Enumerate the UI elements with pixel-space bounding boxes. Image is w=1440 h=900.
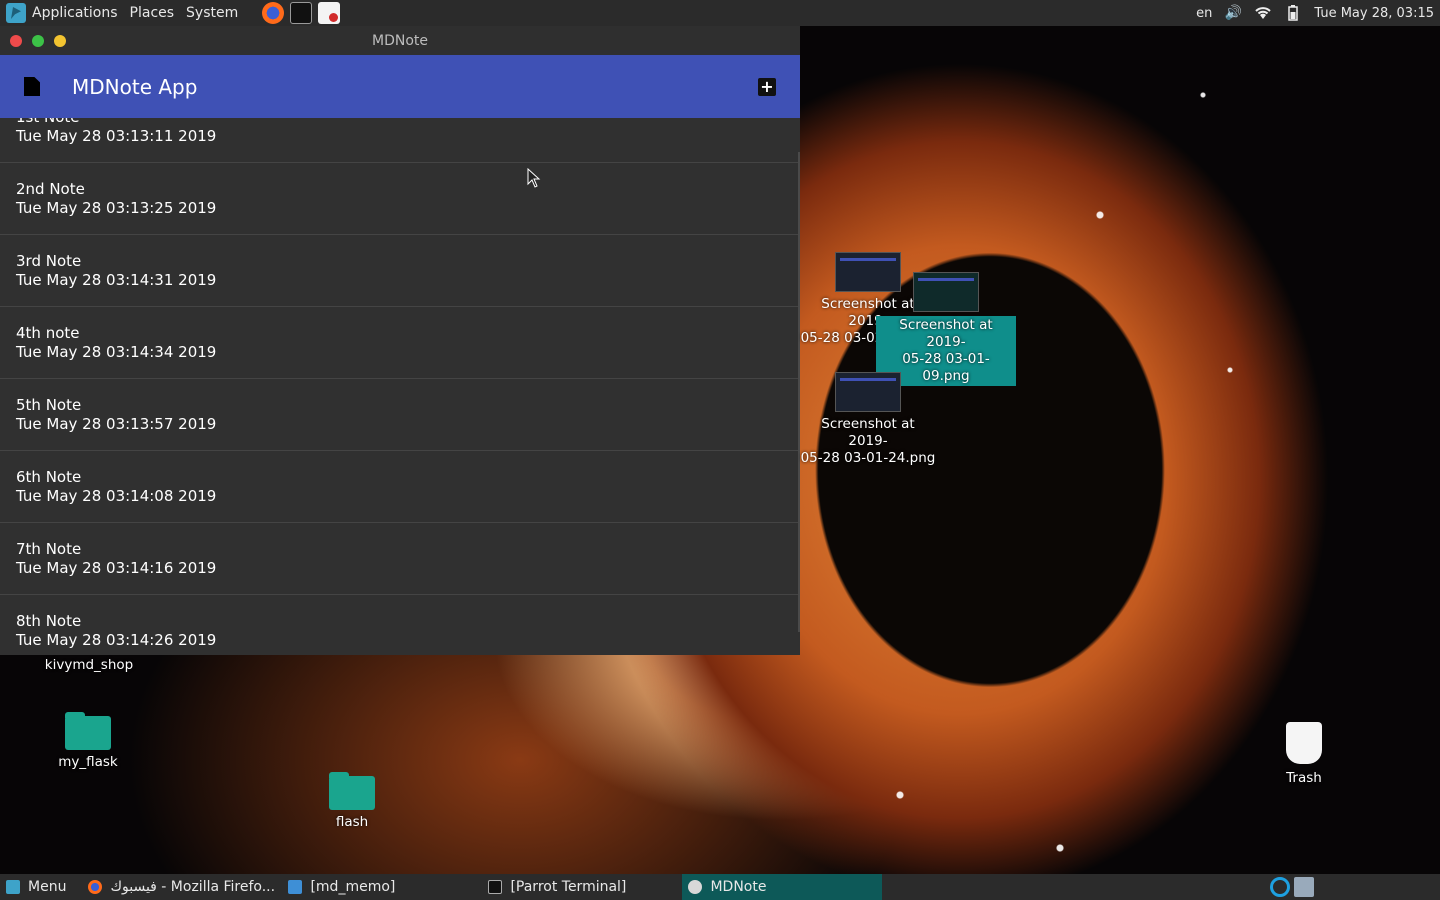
- document-icon[interactable]: [24, 77, 40, 96]
- bottom-panel: Menu فيسبوك - Mozilla Firefo... [md_memo…: [0, 874, 1440, 900]
- folder-icon: [65, 712, 111, 750]
- note-title: 3rd Note: [16, 251, 82, 270]
- note-title: 2nd Note: [16, 179, 85, 198]
- clock[interactable]: Tue May 28, 03:15: [1314, 6, 1434, 21]
- folder-icon: [288, 880, 303, 894]
- trash-icon: [1286, 722, 1322, 764]
- firefox-launcher-icon[interactable]: [262, 2, 285, 24]
- taskbar-item-label: فيسبوك - Mozilla Firefo...: [110, 879, 276, 895]
- desktop-icon-flash[interactable]: flash: [304, 772, 400, 831]
- note-item[interactable]: 1st Note Tue May 28 03:13:11 2019: [0, 118, 800, 163]
- image-thumbnail-icon: [913, 272, 979, 312]
- note-item[interactable]: 3rd Note Tue May 28 03:14:31 2019: [0, 235, 800, 307]
- note-title: 1st Note: [16, 118, 784, 127]
- app-toolbar: MDNote App +: [0, 55, 800, 118]
- desktop-icon-label: Trash: [1286, 770, 1322, 786]
- battery-icon[interactable]: [1284, 5, 1302, 21]
- note-title: 5th Note: [16, 395, 82, 414]
- notes-list[interactable]: 1st Note Tue May 28 03:13:11 2019 2nd No…: [0, 118, 800, 655]
- desktop-icon-screenshot-3[interactable]: Screenshot at 2019- 05-28 03-01-24.png: [800, 372, 936, 467]
- terminal-icon: [488, 880, 503, 894]
- note-date: Tue May 28 03:14:16 2019: [16, 558, 217, 577]
- applications-menu[interactable]: Applications: [0, 0, 124, 26]
- kivy-icon: [688, 880, 703, 894]
- desktop-icon-label: Screenshot at 2019-: [899, 317, 993, 350]
- update-indicator-icon[interactable]: [1270, 877, 1290, 897]
- app-title: MDNote App: [72, 74, 198, 99]
- note-item[interactable]: 6th Note Tue May 28 03:14:08 2019: [0, 451, 800, 523]
- note-item[interactable]: 2nd Note Tue May 28 03:13:25 2019: [0, 163, 800, 235]
- note-date: Tue May 28 03:14:31 2019: [16, 270, 217, 289]
- main-menu-button[interactable]: Menu: [0, 874, 72, 900]
- note-date: Tue May 28 03:13:11 2019: [16, 126, 217, 145]
- desktop-icon-label: kivymd_shop: [44, 657, 134, 673]
- note-title: 6th Note: [16, 467, 82, 486]
- desktop-icon-trash[interactable]: Trash: [1264, 722, 1344, 787]
- taskbar-item-label: [Parrot Terminal]: [510, 879, 627, 895]
- taskbar-item-terminal[interactable]: [Parrot Terminal]: [482, 874, 682, 900]
- wifi-icon[interactable]: [1254, 5, 1272, 21]
- desktop-icon-label: 05-28 03-01-24.png: [800, 450, 936, 466]
- folder-icon: [329, 772, 375, 810]
- note-item[interactable]: 8th Note Tue May 28 03:14:26 2019: [0, 595, 800, 655]
- note-title: 4th note: [16, 323, 80, 342]
- parrot-logo-icon: [6, 880, 20, 894]
- desktop-icon-screenshot-2[interactable]: Screenshot at 2019- 05-28 03-01-09.png: [876, 272, 1016, 386]
- window-titlebar[interactable]: MDNote: [0, 26, 800, 55]
- desktop-icon-label: flash: [335, 814, 369, 830]
- firefox-icon: [88, 880, 103, 894]
- text-editor-launcher-icon[interactable]: [318, 2, 341, 24]
- places-menu[interactable]: Places: [124, 0, 181, 26]
- applications-label: Applications: [32, 5, 118, 21]
- parrot-logo-icon: [6, 3, 26, 23]
- note-date: Tue May 28 03:14:08 2019: [16, 486, 217, 505]
- note-item[interactable]: 7th Note Tue May 28 03:14:16 2019: [0, 523, 800, 595]
- menu-label: Menu: [28, 879, 67, 895]
- top-panel: Applications Places System en 🔊 Tue May …: [0, 0, 1440, 26]
- note-date: Tue May 28 03:14:26 2019: [16, 630, 217, 649]
- desktop-icon-label: Screenshot at 2019-: [821, 416, 915, 449]
- image-thumbnail-icon: [835, 372, 901, 412]
- desktop-icon-label: my_flask: [58, 754, 118, 770]
- mdnote-window: MDNote MDNote App + 1st Note Tue May 28 …: [0, 26, 800, 655]
- taskbar-item-firefox[interactable]: فيسبوك - Mozilla Firefo...: [82, 874, 282, 900]
- note-date: Tue May 28 03:14:34 2019: [16, 342, 217, 361]
- note-item[interactable]: 5th Note Tue May 28 03:13:57 2019: [0, 379, 800, 451]
- note-date: Tue May 28 03:13:57 2019: [16, 414, 217, 433]
- window-title: MDNote: [372, 32, 428, 49]
- keyboard-layout[interactable]: en: [1196, 6, 1212, 21]
- taskbar-item-files[interactable]: [md_memo]: [282, 874, 482, 900]
- note-item[interactable]: 4th note Tue May 28 03:14:34 2019: [0, 307, 800, 379]
- system-menu[interactable]: System: [180, 0, 244, 26]
- note-date: Tue May 28 03:13:25 2019: [16, 198, 217, 217]
- mouse-cursor-icon: [527, 168, 541, 188]
- volume-icon[interactable]: 🔊: [1224, 5, 1242, 21]
- kivy-tray-icon[interactable]: [1294, 877, 1314, 897]
- taskbar-item-label: [md_memo]: [310, 879, 396, 895]
- taskbar-item-mdnote[interactable]: MDNote: [682, 874, 883, 900]
- note-title: 8th Note: [16, 611, 82, 630]
- terminal-launcher-icon[interactable]: [290, 2, 313, 24]
- desktop-icon-my-flask[interactable]: my_flask: [40, 712, 136, 771]
- add-note-button[interactable]: +: [758, 77, 776, 96]
- note-title: 7th Note: [16, 539, 82, 558]
- desktop-icon-kivymd-shop[interactable]: kivymd_shop: [36, 657, 142, 674]
- taskbar-item-label: MDNote: [710, 879, 767, 895]
